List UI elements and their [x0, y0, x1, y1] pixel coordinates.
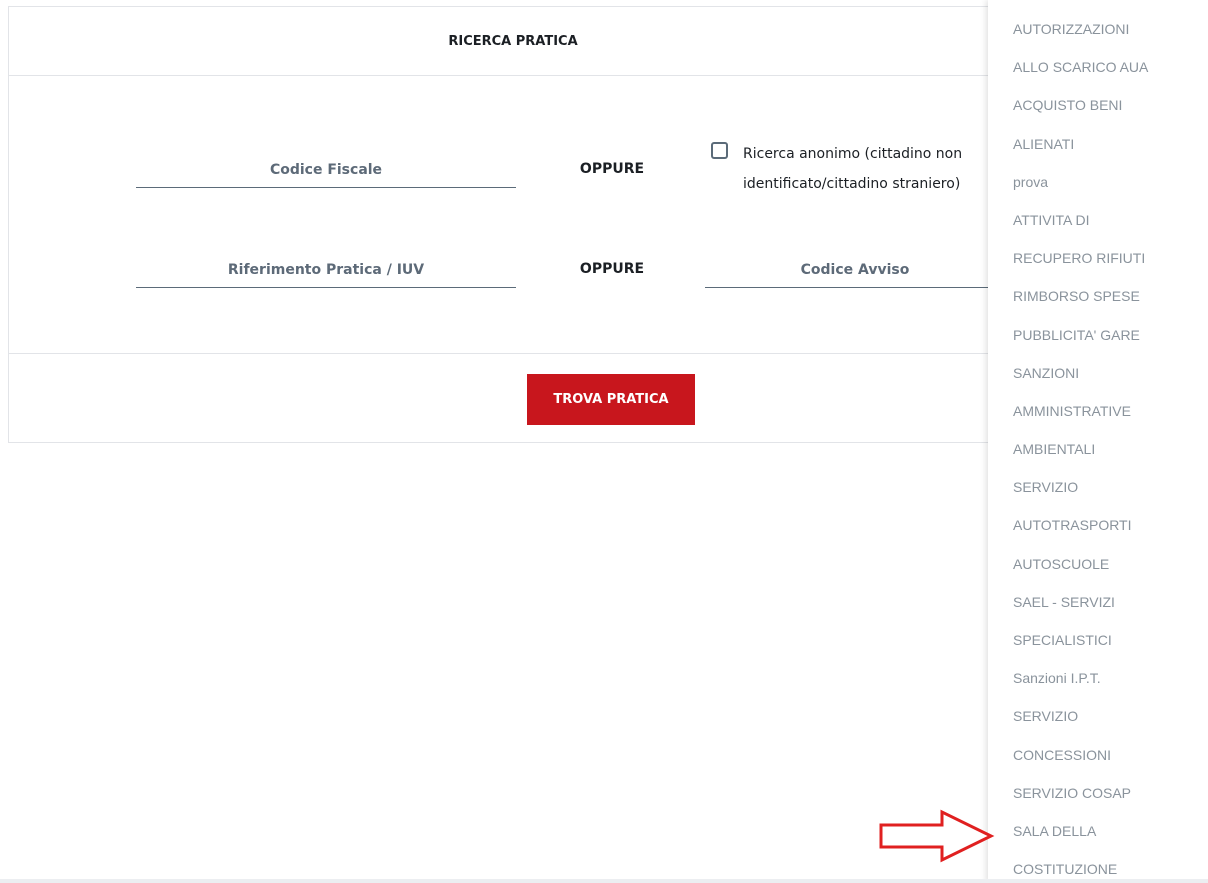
- dropdown-option[interactable]: SPECIALISTICI: [988, 621, 1208, 659]
- dropdown-option[interactable]: RIMBORSO SPESE: [988, 277, 1208, 315]
- dropdown-option[interactable]: SERVIZIO COSAP: [988, 774, 1208, 812]
- dropdown-option[interactable]: SERVIZIO: [988, 468, 1208, 506]
- right-arrow-outline-icon: [879, 809, 995, 863]
- dropdown-option[interactable]: ATTIVITA DI: [988, 201, 1208, 239]
- codice-fiscale-input[interactable]: Codice Fiscale: [136, 155, 516, 188]
- dropdown-option[interactable]: Sanzioni I.P.T.: [988, 659, 1208, 697]
- dropdown-option[interactable]: CONCESSIONI: [988, 736, 1208, 774]
- dropdown-option[interactable]: PUBBLICITA' GARE: [988, 316, 1208, 354]
- dropdown-option[interactable]: RECUPERO RIFIUTI: [988, 239, 1208, 277]
- dropdown-option[interactable]: AMBIENTALI: [988, 430, 1208, 468]
- panel-title: RICERCA PRATICA: [9, 7, 1017, 76]
- oppure-label: OPPURE: [579, 261, 645, 277]
- trova-pratica-button[interactable]: TROVA PRATICA: [527, 374, 695, 425]
- dropdown-options: AUTORIZZAZIONI ALLO SCARICO AUA ACQUISTO B…: [988, 0, 1208, 883]
- dropdown-option[interactable]: SANZIONI: [988, 354, 1208, 392]
- bottom-divider: [0, 879, 1208, 883]
- dropdown-option[interactable]: AMMINISTRATIVE: [988, 392, 1208, 430]
- dropdown-option[interactable]: AUTOSCUOLE: [988, 545, 1208, 583]
- dropdown-option[interactable]: ALLO SCARICO AUA: [988, 48, 1208, 86]
- riferimento-pratica-input[interactable]: Riferimento Pratica / IUV: [136, 255, 516, 288]
- oppure-label: OPPURE: [579, 161, 645, 177]
- service-dropdown-list[interactable]: AUTORIZZAZIONI ALLO SCARICO AUA ACQUISTO B…: [988, 0, 1208, 883]
- dropdown-option[interactable]: AUTORIZZAZIONI: [988, 10, 1208, 48]
- dropdown-option[interactable]: SAEL - SERVIZI: [988, 583, 1208, 621]
- dropdown-option[interactable]: ALIENATI: [988, 125, 1208, 163]
- dropdown-option[interactable]: SALA DELLA: [988, 812, 1208, 850]
- panel-footer: [9, 353, 1017, 444]
- page: RICERCA PRATICA Codice Fiscale OPPURE Ri…: [0, 0, 1208, 883]
- dropdown-option[interactable]: AUTOTRASPORTI: [988, 506, 1208, 544]
- anonymous-search-label: Ricerca anonimo (cittadino non identific…: [743, 146, 963, 192]
- anonymous-search-checkbox[interactable]: [711, 142, 728, 159]
- dropdown-option[interactable]: SERVIZIO: [988, 697, 1208, 735]
- ricerca-pratica-panel: RICERCA PRATICA Codice Fiscale OPPURE Ri…: [8, 6, 1018, 443]
- dropdown-option[interactable]: ACQUISTO BENI: [988, 86, 1208, 124]
- codice-avviso-input[interactable]: Codice Avviso: [705, 255, 1005, 288]
- dropdown-option[interactable]: prova: [988, 163, 1208, 201]
